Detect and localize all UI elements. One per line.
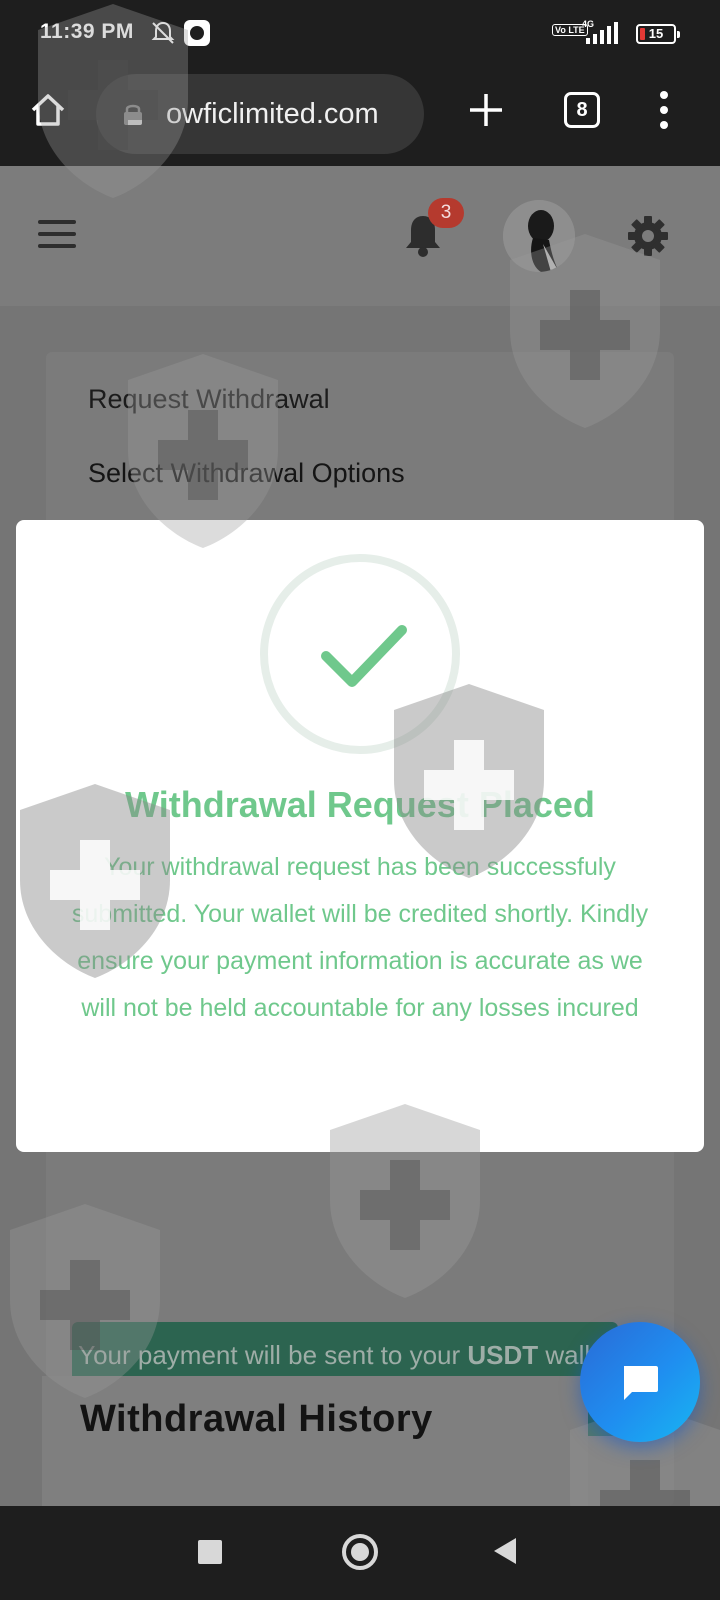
avatar[interactable] bbox=[503, 200, 575, 272]
system-nav-bar bbox=[0, 1506, 720, 1600]
chat-icon bbox=[624, 1366, 658, 1400]
withdrawal-history-panel: Withdrawal History bbox=[42, 1376, 588, 1526]
browser-toolbar: owficlimited.com 8 bbox=[0, 66, 720, 166]
success-circle bbox=[260, 554, 460, 754]
more-vert-icon[interactable] bbox=[650, 88, 678, 132]
history-title: Withdrawal History bbox=[80, 1398, 433, 1440]
avatar-image bbox=[503, 200, 575, 272]
dialog-message: Your withdrawal request has been success… bbox=[71, 853, 649, 1022]
gear-icon[interactable] bbox=[626, 214, 670, 258]
menu-icon[interactable] bbox=[38, 220, 76, 248]
back-icon[interactable] bbox=[494, 1538, 516, 1564]
battery-icon: 15 bbox=[636, 24, 680, 44]
recents-icon[interactable] bbox=[198, 1540, 222, 1564]
checkmark-icon bbox=[321, 625, 407, 687]
notice-text-before: Your payment will be sent to your bbox=[78, 1340, 468, 1370]
chat-button[interactable] bbox=[580, 1322, 700, 1442]
tabs-icon[interactable]: 8 bbox=[564, 92, 600, 128]
url-text: owficlimited.com bbox=[166, 98, 379, 130]
mute-icon bbox=[151, 21, 175, 44]
plus-icon[interactable] bbox=[466, 90, 506, 130]
signal-icon: 4G bbox=[582, 19, 618, 44]
url-bar[interactable]: owficlimited.com bbox=[96, 74, 424, 154]
status-bar: 11:39 PM Vo LTE 4G 15 bbox=[0, 0, 720, 66]
notification-badge: 3 bbox=[428, 198, 464, 228]
withdrawal-options-label: Select Withdrawal Options bbox=[88, 458, 405, 488]
card-title: Request Withdrawal bbox=[88, 384, 330, 414]
lock-icon bbox=[124, 104, 142, 125]
app-notification-icon bbox=[184, 20, 210, 46]
home-icon[interactable] bbox=[28, 90, 68, 130]
app-header: 3 bbox=[0, 166, 720, 306]
success-dialog: Withdrawal Request Placed Your withdrawa… bbox=[16, 520, 704, 1152]
dialog-title: Withdrawal Request Placed bbox=[125, 784, 595, 825]
home-circle-icon[interactable] bbox=[342, 1534, 378, 1570]
svg-text:4G: 4G bbox=[582, 19, 594, 29]
status-time: 11:39 PM bbox=[40, 20, 134, 43]
notice-currency: USDT bbox=[467, 1340, 539, 1370]
